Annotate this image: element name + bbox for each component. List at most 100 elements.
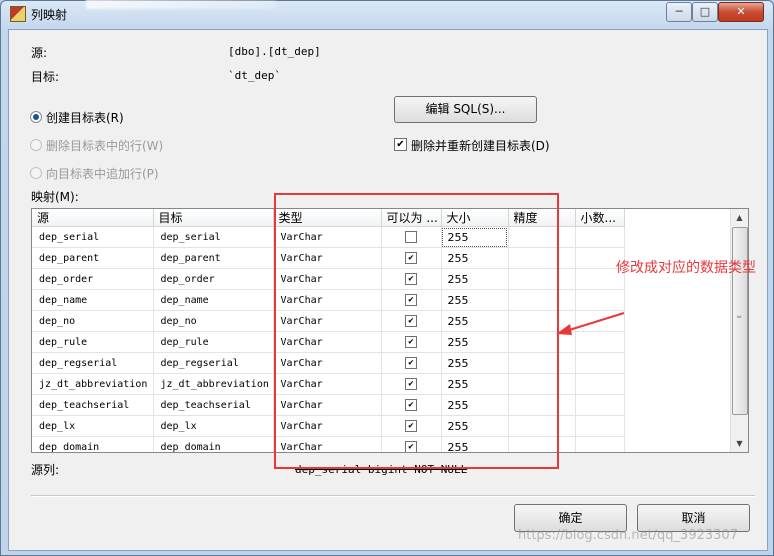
- source-cell[interactable]: dep_regserial: [32, 352, 154, 374]
- column-header[interactable]: 源: [32, 209, 154, 227]
- precision-cell[interactable]: [508, 352, 576, 374]
- source-cell[interactable]: dep_rule: [32, 331, 154, 353]
- scale-cell[interactable]: [575, 436, 625, 452]
- create-table-radio[interactable]: [30, 111, 42, 123]
- type-cell[interactable]: VarChar: [273, 247, 382, 269]
- table-row[interactable]: dep_rule dep_rule VarChar ✔ 255: [32, 331, 625, 353]
- nullable-cell[interactable]: [381, 226, 442, 248]
- table-row[interactable]: dep_serial dep_serial VarChar 255: [32, 226, 625, 248]
- nullable-cell[interactable]: ✔: [381, 247, 442, 269]
- create-table-label[interactable]: 创建目标表(R): [46, 109, 124, 126]
- table-row[interactable]: dep_lx dep_lx VarChar ✔ 255: [32, 415, 625, 437]
- source-cell[interactable]: dep_lx: [32, 415, 154, 437]
- column-header[interactable]: 小数...: [575, 209, 625, 227]
- size-cell[interactable]: 255: [441, 247, 509, 269]
- precision-cell[interactable]: [508, 415, 576, 437]
- size-cell[interactable]: 255: [441, 352, 509, 374]
- nullable-checkbox[interactable]: ✔: [405, 273, 417, 285]
- scroll-thumb[interactable]: ═: [732, 227, 748, 415]
- maximize-button[interactable]: □: [692, 2, 718, 22]
- table-row[interactable]: dep_teachserial dep_teachserial VarChar ✔ 25…: [32, 394, 625, 416]
- mapping-grid[interactable]: 源目标 类型 可以为 ... 大小 精度 小数... dep_serial dep_seri…: [31, 208, 749, 453]
- table-row[interactable]: jz_dt_abbreviation jz_dt_abbreviation VarC…: [32, 373, 625, 395]
- size-cell[interactable]: 255: [441, 310, 509, 332]
- target-cell[interactable]: dep_regserial: [153, 352, 274, 374]
- size-cell[interactable]: 255: [441, 268, 509, 290]
- target-cell[interactable]: dep_rule: [153, 331, 274, 353]
- size-cell[interactable]: 255: [441, 289, 509, 311]
- precision-cell[interactable]: [508, 247, 576, 269]
- column-header[interactable]: 目标: [153, 209, 274, 227]
- nullable-checkbox[interactable]: ✔: [405, 420, 417, 432]
- source-cell[interactable]: jz_dt_abbreviation: [32, 373, 154, 395]
- nullable-checkbox[interactable]: ✔: [405, 315, 417, 327]
- drop-recreate-checkbox[interactable]: ✔: [394, 138, 407, 151]
- column-header[interactable]: 可以为 ...: [381, 209, 442, 227]
- nullable-checkbox[interactable]: ✔: [405, 252, 417, 264]
- source-cell[interactable]: dep_order: [32, 268, 154, 290]
- delete-rows-radio[interactable]: [30, 139, 42, 151]
- table-row[interactable]: dep_no dep_no VarChar ✔ 255: [32, 310, 625, 332]
- type-cell[interactable]: VarChar: [273, 352, 382, 374]
- scale-cell[interactable]: [575, 415, 625, 437]
- size-cell[interactable]: 255: [441, 373, 509, 395]
- precision-cell[interactable]: [508, 226, 576, 248]
- nullable-cell[interactable]: ✔: [381, 436, 442, 452]
- nullable-checkbox[interactable]: [405, 231, 417, 243]
- nullable-cell[interactable]: ✔: [381, 373, 442, 395]
- source-cell[interactable]: dep_teachserial: [32, 394, 154, 416]
- title-bar[interactable]: 列映射 ─ □ ✕: [1, 0, 773, 27]
- drop-recreate-label[interactable]: 删除并重新创建目标表(D): [411, 137, 550, 154]
- grid-scrollbar[interactable]: ▲ ═ ▼: [730, 209, 748, 452]
- nullable-checkbox[interactable]: ✔: [405, 357, 417, 369]
- source-cell[interactable]: dep_serial: [32, 226, 154, 248]
- source-cell[interactable]: dep_no: [32, 310, 154, 332]
- type-cell[interactable]: VarChar: [273, 331, 382, 353]
- precision-cell[interactable]: [508, 436, 576, 452]
- delete-rows-label[interactable]: 删除目标表中的行(W): [46, 137, 163, 154]
- nullable-cell[interactable]: ✔: [381, 352, 442, 374]
- type-cell[interactable]: VarChar: [273, 226, 382, 248]
- size-cell[interactable]: 255: [441, 394, 509, 416]
- append-rows-radio[interactable]: [30, 167, 42, 179]
- size-cell[interactable]: 255: [441, 331, 509, 353]
- table-row[interactable]: dep_parent dep_parent VarChar ✔ 255: [32, 247, 625, 269]
- minimize-button[interactable]: ─: [666, 2, 692, 22]
- nullable-cell[interactable]: ✔: [381, 394, 442, 416]
- source-cell[interactable]: dep_domain: [32, 436, 154, 452]
- type-cell[interactable]: VarChar: [273, 268, 382, 290]
- size-cell[interactable]: 255: [441, 226, 509, 248]
- nullable-checkbox[interactable]: ✔: [405, 399, 417, 411]
- nullable-cell[interactable]: ✔: [381, 331, 442, 353]
- nullable-checkbox[interactable]: ✔: [405, 294, 417, 306]
- size-cell[interactable]: 255: [441, 415, 509, 437]
- precision-cell[interactable]: [508, 373, 576, 395]
- scroll-up-icon[interactable]: ▲: [731, 209, 748, 226]
- column-header[interactable]: 大小: [441, 209, 509, 227]
- scale-cell[interactable]: [575, 226, 625, 248]
- nullable-cell[interactable]: ✔: [381, 415, 442, 437]
- target-cell[interactable]: dep_parent: [153, 247, 274, 269]
- type-cell[interactable]: VarChar: [273, 415, 382, 437]
- target-cell[interactable]: jz_dt_abbreviation: [153, 373, 274, 395]
- table-row[interactable]: dep_name dep_name VarChar ✔ 255: [32, 289, 625, 311]
- target-cell[interactable]: dep_serial: [153, 226, 274, 248]
- source-cell[interactable]: dep_parent: [32, 247, 154, 269]
- close-button[interactable]: ✕: [718, 2, 764, 22]
- table-row[interactable]: dep_order dep_order VarChar ✔ 255: [32, 268, 625, 290]
- type-cell[interactable]: VarChar: [273, 436, 382, 452]
- nullable-checkbox[interactable]: ✔: [405, 336, 417, 348]
- target-cell[interactable]: dep_no: [153, 310, 274, 332]
- precision-cell[interactable]: [508, 268, 576, 290]
- nullable-checkbox[interactable]: ✔: [405, 441, 417, 452]
- append-rows-label[interactable]: 向目标表中追加行(P): [46, 165, 159, 182]
- target-cell[interactable]: dep_name: [153, 289, 274, 311]
- edit-sql-button[interactable]: 编辑 SQL(S)...: [394, 96, 537, 123]
- target-cell[interactable]: dep_order: [153, 268, 274, 290]
- column-header[interactable]: 精度: [508, 209, 576, 227]
- scale-cell[interactable]: [575, 373, 625, 395]
- table-row[interactable]: dep_domain dep_domain VarChar ✔ 255: [32, 436, 625, 452]
- size-cell[interactable]: 255: [441, 436, 509, 452]
- scale-cell[interactable]: [575, 352, 625, 374]
- scroll-down-icon[interactable]: ▼: [731, 435, 748, 452]
